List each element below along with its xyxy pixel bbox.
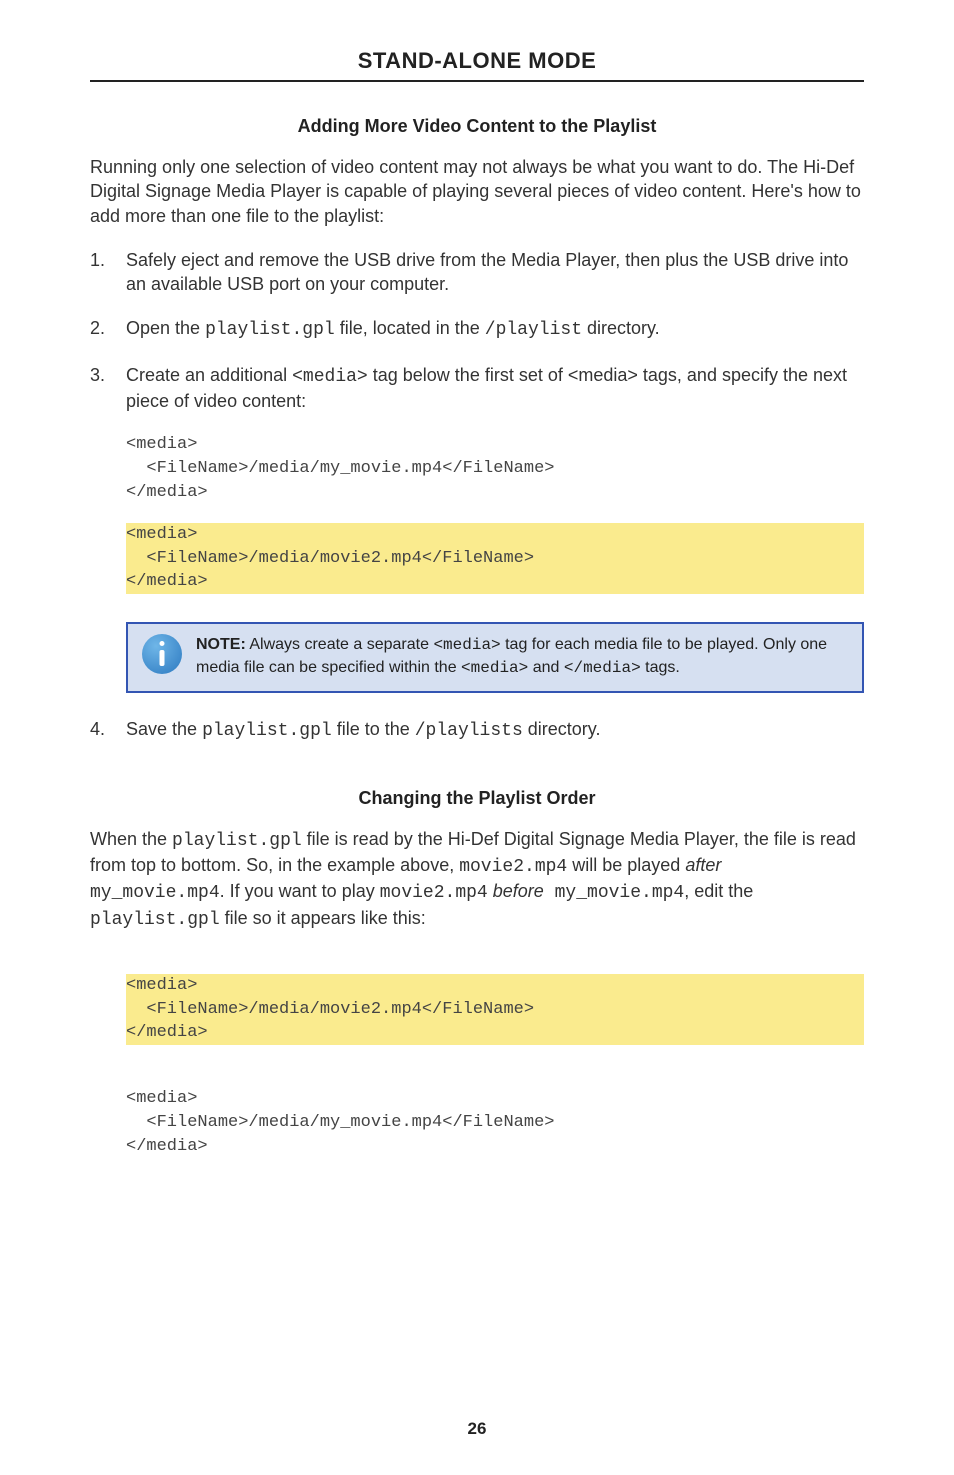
note-text: NOTE: Always create a separate <media> t… [196,634,848,679]
code-line: </media> [126,1137,208,1156]
step-number: 1. [90,248,126,297]
code-line-highlight: </media> [126,570,864,594]
code-line: </media> [126,483,208,502]
page-number: 26 [0,1419,954,1439]
section-title-adding-content: Adding More Video Content to the Playlis… [90,116,864,137]
inline-code: movie2.mp4 [380,883,488,903]
step-text: Open the playlist.gpl file, located in t… [126,316,864,342]
step-4: 4. Save the playlist.gpl file to the /pl… [90,717,864,743]
note-label: NOTE: [196,636,246,653]
order-paragraph: When the playlist.gpl file is read by th… [90,827,864,932]
inline-code: </media> [564,659,641,677]
step-number: 4. [90,717,126,743]
page-header: STAND-ALONE MODE [90,48,864,82]
inline-code: /playlist [485,320,582,340]
text: file, located in the [335,318,485,338]
inline-code: /playlists [415,721,523,741]
text: Save the [126,719,202,739]
step-1: 1. Safely eject and remove the USB drive… [90,248,864,297]
section-title-playlist-order: Changing the Playlist Order [90,788,864,809]
text: . If you want to play [220,881,380,901]
note-callout: NOTE: Always create a separate <media> t… [126,622,864,693]
code-line: <media> [126,435,197,454]
text: , edit the [684,881,753,901]
code-block-2: <media> <FileName>/media/movie2.mp4</Fil… [126,974,864,1159]
text: Open the [126,318,205,338]
inline-code: <media> [461,659,528,677]
inline-code: playlist.gpl [202,721,332,741]
text: directory. [523,719,601,739]
text: tags. [641,659,680,676]
step-2: 2. Open the playlist.gpl file, located i… [90,316,864,342]
intro-paragraph: Running only one selection of video cont… [90,155,864,228]
code-line: <FileName>/media/my_movie.mp4</FileName> [126,459,554,478]
text: Always create a separate [246,636,434,653]
inline-code: movie2.mp4 [459,857,567,877]
text: and [528,659,564,676]
info-icon [142,634,182,674]
inline-code: <media> [433,636,500,654]
step-text: Create an additional <media> tag below t… [126,363,864,414]
text: file to the [332,719,415,739]
code-line-highlight: <media> [126,523,864,547]
code-line-highlight: <FileName>/media/movie2.mp4</FileName> [126,998,864,1022]
text: Create an additional [126,365,292,385]
text: file so it appears like this: [220,908,426,928]
text: When the [90,829,172,849]
inline-code: playlist.gpl [205,320,335,340]
text: will be played [567,855,685,875]
step-text: Safely eject and remove the USB drive fr… [126,248,864,297]
step-text: Save the playlist.gpl file to the /playl… [126,717,864,743]
code-line-highlight: </media> [126,1021,864,1045]
text: directory. [582,318,660,338]
step-3: 3. Create an additional <media> tag belo… [90,363,864,414]
step-number: 2. [90,316,126,342]
code-line-highlight: <FileName>/media/movie2.mp4</FileName> [126,547,864,571]
inline-code: playlist.gpl [172,831,302,851]
step-number: 3. [90,363,126,414]
inline-code: my_movie.mp4 [544,883,684,903]
code-line: <FileName>/media/my_movie.mp4</FileName> [126,1113,554,1132]
italic-text: after [685,855,721,875]
code-block-1: <media> <FileName>/media/my_movie.mp4</F… [126,433,864,594]
code-line: <media> [126,1089,197,1108]
inline-code: <media> [292,367,368,387]
code-line-highlight: <media> [126,974,864,998]
inline-code: my_movie.mp4 [90,883,220,903]
italic-text: before [493,881,544,901]
inline-code: playlist.gpl [90,910,220,930]
